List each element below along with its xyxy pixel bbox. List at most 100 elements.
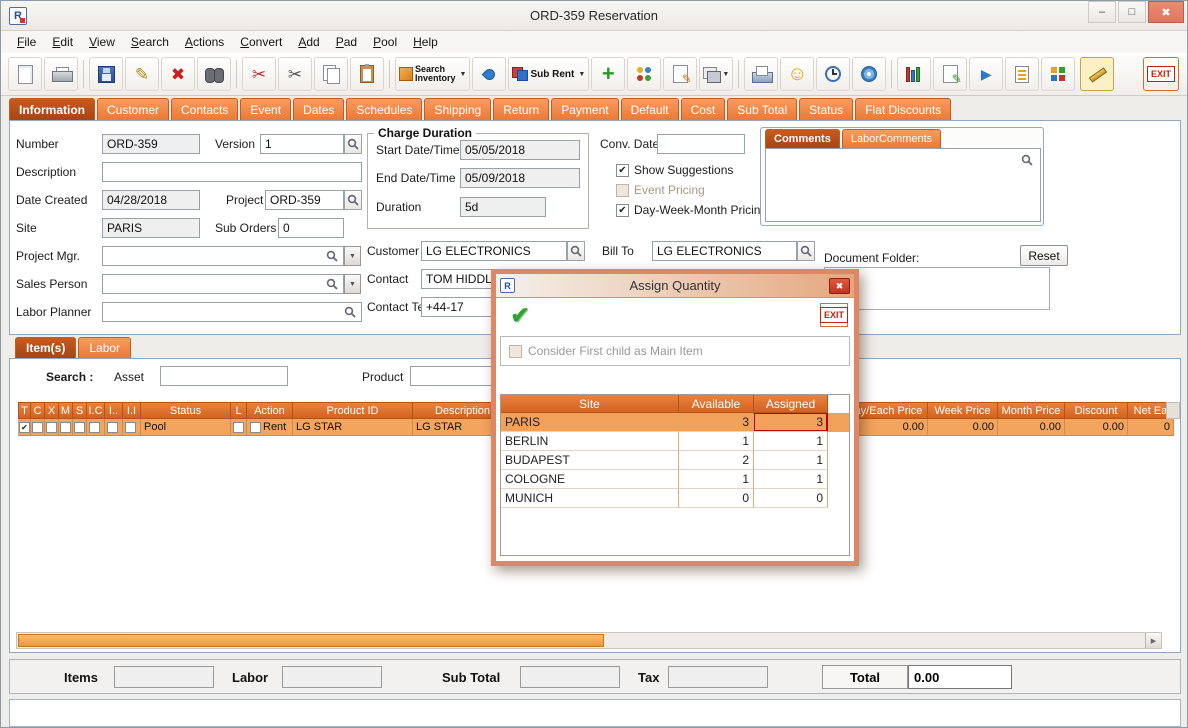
end-date-field[interactable]: 05/09/2018 [460, 168, 580, 188]
tab-contacts[interactable]: Contacts [171, 98, 238, 120]
cards-button[interactable]: ▼ [699, 57, 733, 91]
table-row[interactable]: MUNICH 0 0 [501, 489, 849, 508]
horizontal-scrollbar[interactable]: ▶ [16, 632, 1162, 649]
tab-payment[interactable]: Payment [551, 98, 618, 120]
start-date-field[interactable]: 05/05/2018 [460, 140, 580, 160]
sales-person-dropdown[interactable]: ▼ [344, 274, 361, 294]
print-button[interactable] [44, 57, 78, 91]
table-row[interactable]: PARIS 3 3 [501, 413, 849, 432]
document-edit-button[interactable] [933, 57, 967, 91]
tab-labor[interactable]: Labor [78, 337, 131, 358]
bill-to-search-button[interactable] [797, 241, 815, 261]
menu-file[interactable]: File [9, 33, 44, 51]
bill-to-field[interactable]: LG ELECTRONICS [652, 241, 797, 261]
tab-information[interactable]: Information [9, 98, 95, 120]
show-suggestions-checkbox[interactable] [616, 164, 629, 177]
assigned-cell[interactable]: 1 [754, 451, 828, 470]
menu-actions[interactable]: Actions [177, 33, 232, 51]
tab-event[interactable]: Event [240, 98, 291, 120]
maximize-button[interactable]: □ [1118, 1, 1146, 23]
labor-planner-search-icon[interactable] [342, 304, 358, 320]
tab-sub-total[interactable]: Sub Total [727, 98, 797, 120]
customer-field[interactable]: LG ELECTRONICS [421, 241, 567, 261]
find-button[interactable] [197, 57, 231, 91]
duration-field[interactable]: 5d [460, 197, 546, 217]
tab-dates[interactable]: Dates [293, 98, 344, 120]
sales-person-search-icon[interactable] [324, 276, 340, 292]
assigned-cell[interactable]: 1 [754, 470, 828, 489]
report-button[interactable] [744, 57, 778, 91]
dialog-titlebar[interactable]: R Assign Quantity ✖ [496, 274, 854, 298]
description-field[interactable] [102, 162, 362, 182]
save-button[interactable] [89, 57, 123, 91]
table-row[interactable]: BERLIN 1 1 [501, 432, 849, 451]
delete-button[interactable]: ✖ [161, 57, 195, 91]
row-t-checkbox[interactable] [19, 422, 30, 433]
menu-add[interactable]: Add [290, 33, 327, 51]
tab-cost[interactable]: Cost [681, 98, 726, 120]
project-mgr-field[interactable] [102, 246, 344, 266]
menu-convert[interactable]: Convert [232, 33, 290, 51]
wand-button[interactable] [1080, 57, 1114, 91]
cut-button[interactable]: ✂ [278, 57, 312, 91]
copy-button[interactable] [314, 57, 348, 91]
row-l-checkbox[interactable] [233, 422, 244, 433]
scrollbar-thumb[interactable] [18, 634, 604, 647]
menu-pool[interactable]: Pool [365, 33, 405, 51]
menu-search[interactable]: Search [123, 33, 177, 51]
dialog-close-button[interactable]: ✖ [829, 278, 850, 294]
date-created-field[interactable]: 04/28/2018 [102, 190, 200, 210]
assigned-cell[interactable]: 0 [754, 489, 828, 508]
smiley-button[interactable]: ☺ [780, 57, 814, 91]
ink-button[interactable] [472, 57, 506, 91]
disc-button[interactable] [852, 57, 886, 91]
comments-search-icon[interactable] [1019, 152, 1035, 168]
group-button[interactable] [627, 57, 661, 91]
row-c-checkbox[interactable] [32, 422, 43, 433]
paste-button[interactable] [350, 57, 384, 91]
consider-first-child-checkbox[interactable] [509, 345, 522, 358]
number-field[interactable]: ORD-359 [102, 134, 200, 154]
tab-comments[interactable]: Comments [765, 129, 840, 148]
sub-orders-field[interactable]: 0 [278, 218, 344, 238]
event-pricing-checkbox[interactable] [616, 184, 629, 197]
exit-button[interactable]: EXIT [1143, 57, 1179, 91]
tab-shipping[interactable]: Shipping [424, 98, 491, 120]
close-button[interactable]: ✖ [1148, 1, 1184, 23]
new-button[interactable] [8, 57, 42, 91]
menu-edit[interactable]: Edit [44, 33, 81, 51]
asset-search-input[interactable] [160, 366, 288, 386]
add-button[interactable]: + [591, 57, 625, 91]
minimize-button[interactable]: – [1088, 1, 1116, 23]
tab-status[interactable]: Status [799, 98, 853, 120]
row-action-checkbox[interactable] [250, 422, 261, 433]
project-search-button[interactable] [344, 190, 362, 210]
note-edit-button[interactable] [663, 57, 697, 91]
blocks-button[interactable] [1041, 57, 1075, 91]
row-ic-checkbox[interactable] [89, 422, 100, 433]
table-row[interactable]: COLOGNE 1 1 [501, 470, 849, 489]
site-field[interactable]: PARIS [102, 218, 200, 238]
time-button[interactable] [816, 57, 850, 91]
row-s-checkbox[interactable] [74, 422, 85, 433]
comments-textarea[interactable] [765, 148, 1041, 222]
dialog-confirm-button[interactable]: ✔ [506, 302, 534, 328]
scroll-right-button[interactable]: ▶ [1145, 633, 1161, 648]
tab-schedules[interactable]: Schedules [346, 98, 422, 120]
edit-button[interactable]: ✎ [125, 57, 159, 91]
customer-search-button[interactable] [567, 241, 585, 261]
sub-rent-button[interactable]: Sub Rent ▼ [508, 57, 589, 91]
row-x-checkbox[interactable] [46, 422, 57, 433]
transfer-button[interactable]: ▶ [969, 57, 1003, 91]
search-inventory-button[interactable]: SearchInventory ▼ [395, 57, 470, 91]
project-field[interactable]: ORD-359 [265, 190, 344, 210]
tab-return[interactable]: Return [493, 98, 549, 120]
menu-help[interactable]: Help [405, 33, 446, 51]
tab-items[interactable]: Item(s) [15, 337, 76, 358]
tab-default[interactable]: Default [621, 98, 679, 120]
sales-person-field[interactable] [102, 274, 344, 294]
cut-special-button[interactable]: ✂ [242, 57, 276, 91]
reset-button[interactable]: Reset [1020, 245, 1068, 266]
menu-view[interactable]: View [81, 33, 123, 51]
titlebar[interactable]: R ORD-359 Reservation – □ ✖ [1, 1, 1187, 31]
